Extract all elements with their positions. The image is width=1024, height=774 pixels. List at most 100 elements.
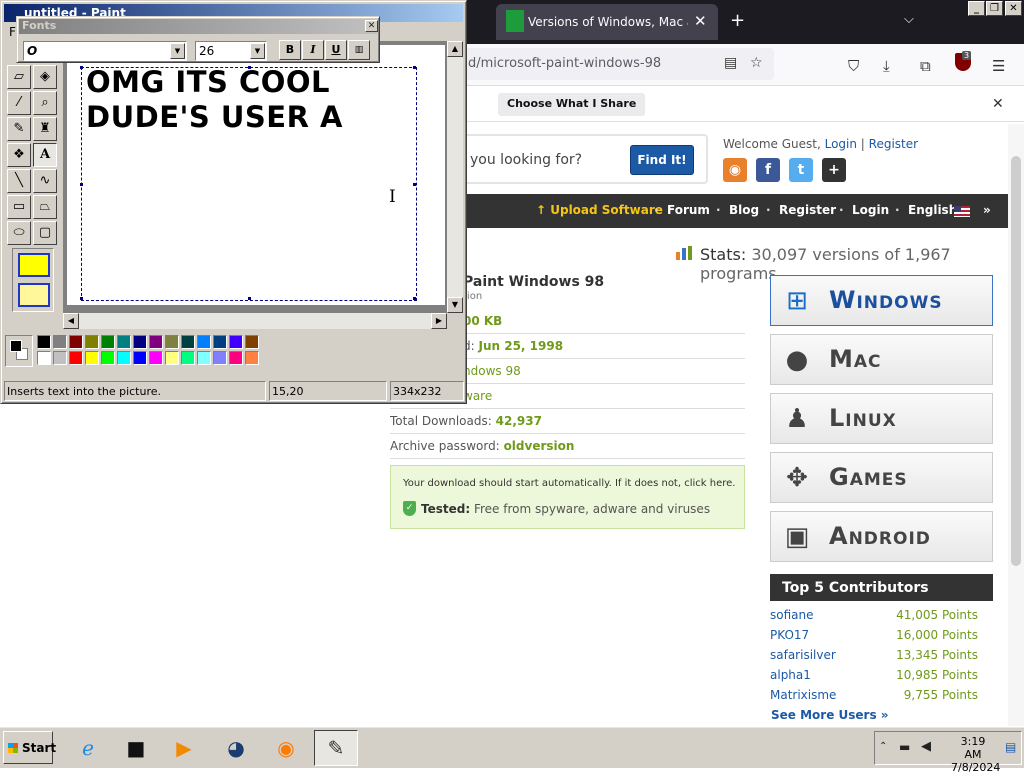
minimize-button[interactable]: _	[968, 1, 985, 16]
color-swatch[interactable]	[133, 351, 147, 365]
scrollbar-thumb[interactable]	[1011, 156, 1021, 566]
color-swatch[interactable]	[101, 351, 115, 365]
transparent-background-option[interactable]	[18, 283, 50, 307]
language-selector[interactable]: English	[908, 203, 957, 217]
media-player-icon[interactable]: ▶	[162, 730, 206, 766]
menu-hamburger-icon[interactable]: ☰	[992, 57, 1005, 75]
bold-button[interactable]: B	[279, 40, 301, 60]
color-swatch[interactable]	[85, 335, 99, 349]
text-box[interactable]: OMG ITS COOL DUDE'S USER A	[80, 65, 417, 301]
start-button[interactable]: Start	[3, 731, 56, 764]
color-swatch[interactable]	[165, 351, 179, 365]
color-swatch[interactable]	[37, 335, 51, 349]
os-linux-button[interactable]: ♟ Linux	[770, 393, 993, 444]
os-games-button[interactable]: ✥ Games	[770, 452, 993, 503]
close-notification-icon[interactable]: ✕	[992, 96, 1004, 112]
facebook-icon[interactable]: f	[756, 158, 780, 182]
list-tabs-chevron-icon[interactable]: ⌵	[904, 12, 914, 27]
close-tab-icon[interactable]: ✕	[694, 12, 707, 30]
network-icon[interactable]: ▬	[899, 740, 910, 754]
color-swatch[interactable]	[213, 335, 227, 349]
maximize-button[interactable]: ❐	[986, 1, 1003, 16]
color-swatch[interactable]	[149, 351, 163, 365]
register-menu-link[interactable]: Register	[779, 203, 836, 217]
color-swatch[interactable]	[229, 335, 243, 349]
font-size-select[interactable]: 26 ▼	[195, 41, 267, 61]
os-mac-button[interactable]: ● Mac	[770, 334, 993, 385]
color-swatch[interactable]	[229, 351, 243, 365]
active-tab[interactable]: Versions of Windows, Mac and ✕	[496, 4, 718, 40]
color-swatch[interactable]	[69, 351, 83, 365]
color-swatch[interactable]	[101, 335, 115, 349]
page-scrollbar[interactable]	[1008, 124, 1024, 726]
globe-icon[interactable]: ◕	[214, 730, 258, 766]
color-swatch[interactable]	[245, 351, 259, 365]
paint-menu-file[interactable]: F	[9, 25, 16, 39]
eraser-tool[interactable]: ▱	[7, 65, 31, 89]
rss-icon[interactable]: ◉	[723, 158, 747, 182]
download-notice-text[interactable]: Your download should start automatically…	[403, 478, 735, 489]
font-name-select[interactable]: O ▼	[23, 41, 187, 61]
close-window-button[interactable]: ✕	[1005, 1, 1022, 16]
pocket-icon[interactable]: ⛉	[848, 57, 859, 75]
scroll-right-icon[interactable]: ▶	[431, 313, 447, 329]
color-swatch[interactable]	[181, 335, 195, 349]
color-swatch[interactable]	[117, 335, 131, 349]
horizontal-scrollbar[interactable]: ◀ ▶	[63, 313, 447, 329]
drawing-canvas[interactable]: OMG ITS COOL DUDE'S USER A I	[67, 45, 445, 305]
vertical-scrollbar[interactable]: ▲ ▼	[447, 41, 463, 313]
os-android-button[interactable]: ▣ Android	[770, 511, 993, 562]
paint-taskbar-icon[interactable]: ✎	[314, 730, 358, 766]
color-swatch[interactable]	[245, 335, 259, 349]
bookmark-star-icon[interactable]: ☆	[750, 55, 763, 71]
color-swatch[interactable]	[117, 351, 131, 365]
find-it-button[interactable]: Find It!	[630, 145, 694, 175]
pencil-tool[interactable]: ✎	[7, 117, 31, 141]
forum-link[interactable]: Forum	[667, 203, 710, 217]
fonts-toolbar-title[interactable]: Fonts	[19, 19, 377, 34]
color-swatch[interactable]	[85, 351, 99, 365]
firefox-icon[interactable]: ◉	[264, 730, 308, 766]
close-fonts-toolbar-icon[interactable]: ✕	[365, 20, 378, 32]
downloads-icon[interactable]: ⤓	[883, 57, 890, 75]
register-link[interactable]: Register	[869, 137, 918, 151]
volume-icon[interactable]: ◀	[921, 739, 931, 754]
login-menu-link[interactable]: Login	[852, 203, 889, 217]
extensions-icon[interactable]: ⧉	[920, 57, 931, 75]
airbrush-tool[interactable]: ❖	[7, 143, 31, 167]
ellipse-tool[interactable]: ⬭	[7, 221, 31, 245]
text-tool[interactable]: A	[33, 143, 57, 167]
vertical-text-button[interactable]: ▥	[348, 40, 370, 60]
color-swatch[interactable]	[181, 351, 195, 365]
upload-software-link[interactable]: ↑ Upload Software	[536, 203, 663, 217]
chevron-down-icon[interactable]: ▼	[170, 43, 185, 59]
google-plus-icon[interactable]: +	[822, 158, 846, 182]
polygon-tool[interactable]: ⏢	[33, 195, 57, 219]
url-bar[interactable]: d/microsoft-paint-windows-98 ▤ ☆	[440, 48, 774, 80]
line-tool[interactable]: ╲	[7, 169, 31, 193]
color-swatch[interactable]	[149, 335, 163, 349]
color-swatch[interactable]	[197, 351, 211, 365]
chevron-down-icon[interactable]: ▼	[250, 43, 265, 59]
color-swatch[interactable]	[165, 335, 179, 349]
blog-link[interactable]: Blog	[729, 203, 759, 217]
color-swatch[interactable]	[53, 335, 67, 349]
chevron-down-icon[interactable]: »	[983, 203, 991, 217]
terminal-icon[interactable]: ■	[114, 730, 158, 766]
color-swatch[interactable]	[53, 351, 67, 365]
opaque-background-option[interactable]	[18, 253, 50, 277]
underline-button[interactable]: U	[325, 40, 347, 60]
magnifier-tool[interactable]: ⌕	[33, 91, 57, 115]
twitter-icon[interactable]: t	[789, 158, 813, 182]
rounded-rectangle-tool[interactable]: ▢	[33, 221, 57, 245]
login-link[interactable]: Login	[825, 137, 857, 151]
color-swatch[interactable]	[133, 335, 147, 349]
scroll-up-icon[interactable]: ▲	[447, 41, 463, 57]
fill-tool[interactable]: ◈	[33, 65, 57, 89]
color-swatch[interactable]	[37, 351, 51, 365]
scroll-left-icon[interactable]: ◀	[63, 313, 79, 329]
scroll-down-icon[interactable]: ▼	[447, 297, 463, 313]
show-hidden-icons-chevron-icon[interactable]: ⌃	[879, 741, 887, 752]
clock[interactable]: 3:19 AM 7/8/2024	[951, 735, 1000, 774]
color-swatch[interactable]	[197, 335, 211, 349]
